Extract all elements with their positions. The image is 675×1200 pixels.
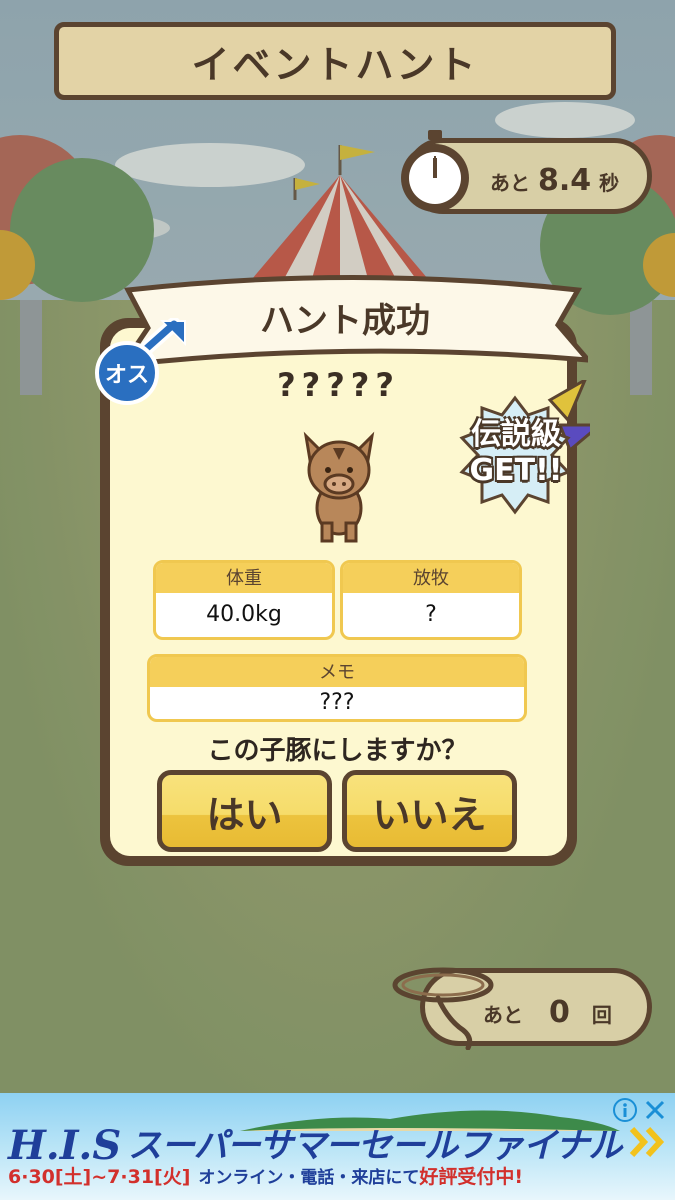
timer-unit: 秒 [599,171,620,195]
timer-text: あと 8.4 秒 [490,163,619,198]
result-title: ハント成功 [260,301,430,341]
ad-info-icon[interactable] [612,1097,638,1123]
timer-prefix: あと [490,171,530,195]
no-button[interactable]: いいえ [342,770,517,852]
ad-highlight: 好評受付中! [419,1166,524,1188]
ad-dates: 6·30[土]~7·31[火] [8,1166,191,1188]
weight-value: 40.0kg [206,602,282,627]
grazing-value: ? [425,602,437,627]
ad-text: オンライン・電話・来店にて [198,1168,420,1188]
memo-box: メモ ??? [147,654,527,722]
ad-brand-logo: H.I.S [8,1122,122,1169]
ad-subline: 6·30[土]~7·31[火] オンライン・電話・来店にて好評受付中! [8,1162,668,1189]
gender-label: オス [105,363,149,388]
remaining-value: 0 [549,995,570,1030]
weight-box: 体重 40.0kg [153,560,335,640]
memo-label: メモ [150,657,524,687]
memo-value: ??? [319,690,355,715]
weight-label: 体重 [156,563,332,593]
ad-headline: スーパーサマーセールファイナル [128,1126,622,1166]
grazing-label: 放牧 [343,563,519,593]
piglet-image [303,431,375,543]
legendary-label: 伝説級 GET!! [446,417,586,489]
confirm-question: この子豚にしますか？ [207,736,468,766]
ad-chevron-icon [629,1126,665,1158]
stopwatch-icon [401,130,469,212]
lasso-rope-icon [392,967,494,1050]
title-board: イベントハント [54,22,616,100]
yes-label: はい [206,792,283,837]
grazing-box: 放牧 ? [340,560,522,640]
yes-button[interactable]: はい [157,770,332,852]
ad-close-icon[interactable] [642,1097,668,1123]
timer-value: 8.4 [538,163,592,198]
species-name: ????? [277,366,400,404]
no-label: いいえ [372,792,487,837]
legendary-line1: 伝説級 [471,417,561,452]
remaining-unit: 回 [591,1003,612,1027]
legendary-line2: GET!! [469,453,563,488]
page-title: イベントハント [191,42,479,87]
male-gender-icon: オス [95,318,186,405]
